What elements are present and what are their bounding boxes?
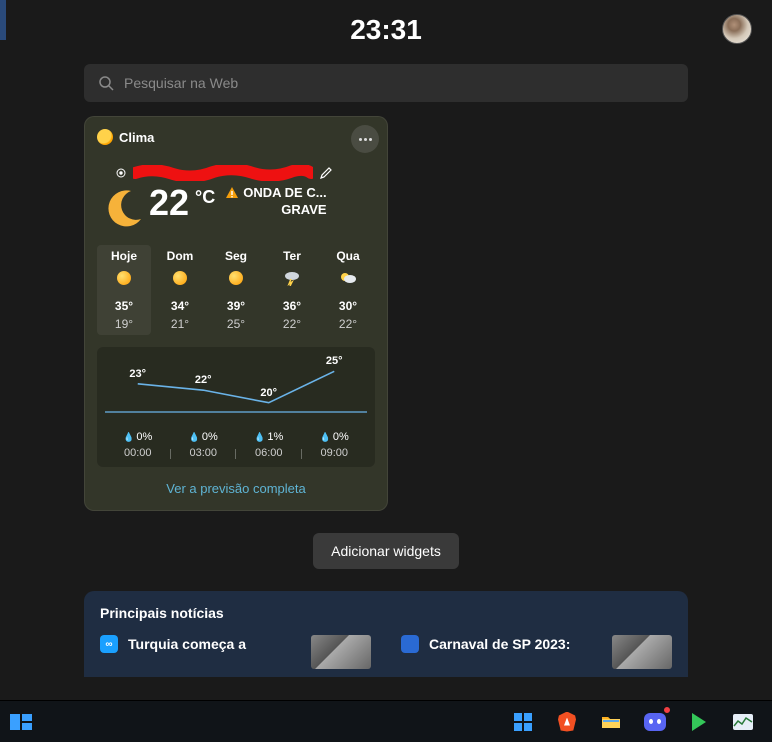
forecast-day[interactable]: Qua 30° 22°: [321, 245, 375, 335]
news-section-title: Principais notícias: [100, 605, 672, 621]
weather-alert[interactable]: ONDA DE C... GRAVE: [225, 185, 326, 219]
profile-avatar[interactable]: [722, 14, 752, 44]
weather-app-icon: [97, 129, 113, 145]
forecast-day[interactable]: Hoje 35° 19°: [97, 245, 151, 335]
day-high: 30°: [321, 299, 375, 313]
taskbar-widgets-button[interactable]: [8, 709, 34, 735]
discord-icon: [644, 713, 666, 731]
hour-precip: 💧0%: [171, 431, 237, 443]
forecast-day[interactable]: Seg 39° 25°: [209, 245, 263, 335]
day-label: Dom: [153, 249, 207, 263]
weather-card-title: Clima: [119, 130, 154, 145]
taskbar-discord[interactable]: [642, 709, 668, 735]
hour-precip: 💧0%: [302, 431, 368, 443]
weather-card[interactable]: Clima 22 °C ONDA DE C...: [84, 116, 388, 511]
news-item[interactable]: Carnaval de SP 2023:: [401, 635, 672, 669]
temp-unit: °C: [195, 187, 215, 208]
search-input[interactable]: Pesquisar na Web: [84, 64, 688, 102]
partly-cloudy-icon: [339, 270, 357, 286]
windows-icon: [514, 713, 532, 731]
search-icon: [98, 75, 114, 91]
day-low: 22°: [321, 317, 375, 331]
hour-temp-label: 25°: [326, 355, 343, 367]
widgets-icon: [10, 714, 32, 730]
current-temp: 22: [149, 185, 189, 221]
news-source-icon: [401, 635, 419, 653]
storm-icon: [283, 270, 301, 286]
day-label: Hoje: [97, 249, 151, 263]
hour-precip: 💧1%: [236, 431, 302, 443]
day-label: Ter: [265, 249, 319, 263]
add-widgets-button[interactable]: Adicionar widgets: [313, 533, 459, 569]
raindrop-icon: 💧: [123, 432, 134, 442]
sun-icon: [229, 271, 243, 285]
hourly-chart[interactable]: 23°22°20°25° 💧0%💧0%💧1%💧0% 00:0003:0006:0…: [97, 347, 375, 467]
search-placeholder: Pesquisar na Web: [124, 75, 238, 91]
taskbar-file-explorer[interactable]: [598, 709, 624, 735]
hour-time: 03:00: [171, 447, 237, 459]
hour-time: 09:00: [302, 447, 368, 459]
notification-badge: [663, 706, 671, 714]
day-label: Seg: [209, 249, 263, 263]
location-icon: [115, 167, 127, 179]
news-item[interactable]: ∞ Turquia começa a: [100, 635, 371, 669]
hour-precip: 💧0%: [105, 431, 171, 443]
taskbar-play-app[interactable]: [686, 709, 712, 735]
sun-icon: [117, 271, 131, 285]
moon-icon: [101, 187, 145, 231]
task-manager-icon: [733, 714, 753, 730]
full-forecast-link[interactable]: Ver a previsão completa: [97, 481, 375, 496]
news-headline: Turquia começa a: [128, 635, 301, 653]
forecast-day[interactable]: Ter 36° 22°: [265, 245, 319, 335]
news-card[interactable]: Principais notícias ∞ Turquia começa a Car…: [84, 591, 688, 677]
taskbar-start-button[interactable]: [510, 709, 536, 735]
alert-text-1: ONDA DE C...: [243, 185, 326, 202]
day-high: 39°: [209, 299, 263, 313]
hour-temp-label: 23°: [129, 368, 146, 380]
edit-location-icon[interactable]: [319, 166, 333, 180]
folder-icon: [601, 714, 621, 729]
news-thumbnail: [612, 635, 672, 669]
window-edge: [0, 0, 6, 40]
warning-icon: [225, 186, 239, 200]
news-headline: Carnaval de SP 2023:: [429, 635, 602, 653]
taskbar-task-manager[interactable]: [730, 709, 756, 735]
hour-temp-label: 20°: [260, 387, 277, 399]
raindrop-icon: 💧: [320, 432, 331, 442]
clock: 23:31: [0, 0, 772, 46]
day-high: 35°: [97, 299, 151, 313]
raindrop-icon: 💧: [254, 432, 265, 442]
day-label: Qua: [321, 249, 375, 263]
card-menu-button[interactable]: [351, 125, 379, 153]
forecast-day[interactable]: Dom 34° 21°: [153, 245, 207, 335]
hour-time: 00:00: [105, 447, 171, 459]
news-thumbnail: [311, 635, 371, 669]
hour-temp-label: 22°: [195, 374, 212, 386]
day-high: 36°: [265, 299, 319, 313]
day-low: 21°: [153, 317, 207, 331]
news-source-icon: ∞: [100, 635, 118, 653]
location-redacted: [133, 165, 313, 181]
day-low: 19°: [97, 317, 151, 331]
alert-text-2: GRAVE: [225, 202, 326, 219]
brave-icon: [558, 712, 576, 732]
taskbar-brave[interactable]: [554, 709, 580, 735]
taskbar: [0, 700, 772, 742]
day-low: 25°: [209, 317, 263, 331]
hour-time: 06:00: [236, 447, 302, 459]
raindrop-icon: 💧: [189, 432, 200, 442]
day-low: 22°: [265, 317, 319, 331]
sun-icon: [173, 271, 187, 285]
play-icon: [692, 713, 706, 731]
day-high: 34°: [153, 299, 207, 313]
